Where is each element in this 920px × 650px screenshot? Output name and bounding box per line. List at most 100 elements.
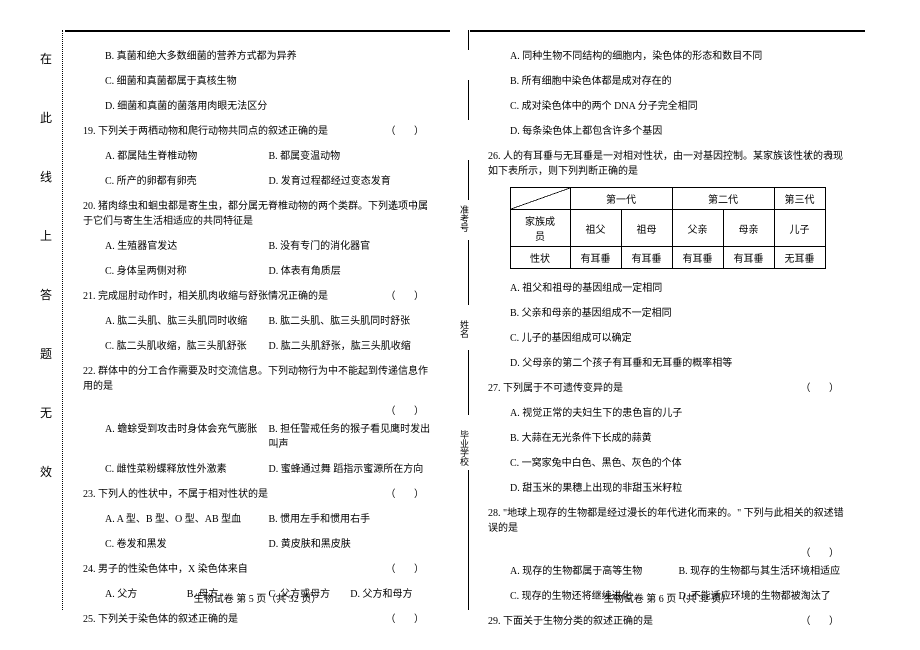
q21-text: 21. 完成屈肘动作时，相关肌肉收缩与舒张情况正确的是 <box>83 291 328 302</box>
option-c: C. 一窝家兔中白色、黑色、灰色的个体 <box>488 454 847 469</box>
answer-blank: （ ） <box>386 197 433 212</box>
q21-options-row2: C. 肱二头肌收缩，肱三头肌舒张 D. 肱二头肌舒张，肱三头肌收缩 <box>83 337 432 352</box>
page-6-footer: 生物试卷 第 6 页（共 32 页） <box>470 590 865 605</box>
q24-text: 24. 男子的性染色体中，X 染色体来自 <box>83 564 248 575</box>
option-b: B. 所有细胞中染色体都是成对存在的 <box>488 72 847 87</box>
q25-text: 25. 下列关于染色体的叙述正确的是 <box>83 614 238 625</box>
table-cell: 祖父 <box>570 210 621 247</box>
q23-text: 23. 下列人的性状中，不属于相对性状的是 <box>83 489 268 500</box>
option-a: A. A 型、B 型、O 型、AB 型血 <box>105 510 269 525</box>
answer-blank: （ ） <box>386 560 433 575</box>
q19-options-row2: C. 所产的卵都有卵壳 D. 发育过程都经过变态发育 <box>83 172 432 187</box>
page-5-content: B. 真菌和绝大多数细菌的营养方式都为异养 C. 细菌和真菌都属于真核生物 D.… <box>65 32 450 625</box>
option-b: B. 真菌和绝大多数细菌的营养方式都为异养 <box>83 47 432 62</box>
table-diag-cell <box>510 188 570 210</box>
option-a: A. 蟾蜍受到攻击时身体会充气膨胀 <box>105 420 269 450</box>
question-26: 26. 人的有耳垂与无耳垂是一对相对性状，由一对基因控制。某家族该性状的表现如下… <box>488 147 847 177</box>
q29-text: 29. 下面关于生物分类的叙述正确的是 <box>488 616 653 627</box>
option-d: D. 肱二头肌舒张，肱三头肌收缩 <box>269 337 433 352</box>
family-trait-table: 第一代 第二代 第三代 家族成员 祖父 祖母 父亲 母亲 儿子 性状 有耳垂 有… <box>510 187 826 269</box>
option-b: B. 大蒜在无光条件下长成的蒜黄 <box>488 429 847 444</box>
q28-options-row1: A. 现存的生物都属于高等生物 B. 现存的生物都与其生活环境相适应 <box>488 562 847 577</box>
table-rowhead-trait: 性状 <box>510 247 570 269</box>
option-d: D. 每条染色体上都包含许多个基因 <box>488 122 847 137</box>
center-tick <box>468 30 469 50</box>
center-tick <box>468 160 469 200</box>
option-a: A. 祖父和祖母的基因组成一定相同 <box>488 279 847 294</box>
option-c: C. 所产的卵都有卵壳 <box>105 172 269 187</box>
center-tick <box>468 240 469 305</box>
table-header-gen2: 第二代 <box>672 188 774 210</box>
option-c: C. 成对染色体中的两个 DNA 分子完全相同 <box>488 97 847 112</box>
option-d: D. 父母亲的第二个孩子有耳垂和无耳垂的概率相等 <box>488 354 847 369</box>
table-rowhead-member: 家族成员 <box>510 210 570 247</box>
option-a: A. 生殖器官发达 <box>105 237 269 252</box>
q19-options-row1: A. 都属陆生脊椎动物 B. 都属变温动物 <box>83 147 432 162</box>
q23-options-row2: C. 卷发和黑发 D. 黄皮肤和黑皮肤 <box>83 535 432 550</box>
table-cell: 有耳垂 <box>621 247 672 269</box>
q23-options-row1: A. A 型、B 型、O 型、AB 型血 B. 惯用左手和惯用右手 <box>83 510 432 525</box>
question-20: 20. 猪肉绦虫和蛔虫都是寄生虫，都分属无脊椎动物的两个类群。下列选项中属于它们… <box>83 197 432 227</box>
q27-text: 27. 下列属于不可遗传变异的是 <box>488 383 623 394</box>
option-c: C. 卷发和黑发 <box>105 535 269 550</box>
question-21: 21. 完成屈肘动作时，相关肌肉收缩与舒张情况正确的是 （ ） <box>83 287 432 302</box>
margin-char: 答 <box>40 286 52 303</box>
q22-text: 22. 群体中的分工合作需要及时交流信息。下列动物行为中不能起到传递信息作用的是 <box>83 366 428 392</box>
option-b: B. 都属变温动物 <box>269 147 433 162</box>
page-6-content: A. 同种生物不同结构的细胞内，染色体的形态和数目不同 B. 所有细胞中染色体都… <box>470 32 865 627</box>
q19-text: 19. 下列关于两栖动物和爬行动物共同点的叙述正确的是 <box>83 126 328 137</box>
question-27: 27. 下列属于不可遗传变异的是 （ ） <box>488 379 847 394</box>
answer-blank: （ ） <box>386 485 433 500</box>
option-a: A. 都属陆生脊椎动物 <box>105 147 269 162</box>
table-header-gen1: 第一代 <box>570 188 672 210</box>
answer-blank: （ ） <box>801 379 848 394</box>
option-b: B. 惯用左手和惯用右手 <box>269 510 433 525</box>
margin-char: 效 <box>40 463 52 480</box>
option-d: D. 发育过程都经过变态发育 <box>269 172 433 187</box>
answer-blank: （ ） <box>386 122 433 137</box>
answer-blank: （ ） <box>801 612 848 627</box>
option-d: D. 甜玉米的果穗上出现的非甜玉米籽粒 <box>488 479 847 494</box>
margin-char: 上 <box>40 227 52 244</box>
table-cell: 母亲 <box>723 210 774 247</box>
answer-blank: （ ） <box>386 610 433 625</box>
q22-options-row1: A. 蟾蜍受到攻击时身体会充气膨胀 B. 担任警戒任务的猴子看见鹰时发出叫声 <box>83 420 432 450</box>
option-d: D. 体表有角质层 <box>269 262 433 277</box>
q22-options-row2: C. 雌性菜粉蝶释放性外激素 D. 蜜蜂通过舞 蹈指示蜜源所在方向 <box>83 460 432 475</box>
option-a: A. 同种生物不同结构的细胞内，染色体的形态和数目不同 <box>488 47 847 62</box>
table-cell: 祖母 <box>621 210 672 247</box>
q28-bracket-row: （ ） <box>488 544 847 552</box>
margin-char: 此 <box>40 109 52 126</box>
question-25: 25. 下列关于染色体的叙述正确的是 （ ） <box>83 610 432 625</box>
table-cell: 父亲 <box>672 210 723 247</box>
table-cell: 儿子 <box>774 210 825 247</box>
question-19: 19. 下列关于两栖动物和爬行动物共同点的叙述正确的是 （ ） <box>83 122 432 137</box>
center-tick <box>468 350 469 415</box>
option-b: B. 父亲和母亲的基因组成不一定相同 <box>488 304 847 319</box>
answer-blank: （ ） <box>801 544 848 559</box>
page-5: B. 真菌和绝大多数细菌的营养方式都为异养 C. 细菌和真菌都属于真核生物 D.… <box>65 30 450 610</box>
table-cell: 有耳垂 <box>723 247 774 269</box>
option-a: A. 视觉正常的夫妇生下的患色盲的儿子 <box>488 404 847 419</box>
option-b: B. 担任警戒任务的猴子看见鹰时发出叫声 <box>269 420 433 450</box>
margin-char: 线 <box>40 168 52 185</box>
option-d: D. 黄皮肤和黑皮肤 <box>269 535 433 550</box>
table-header-gen3: 第三代 <box>774 188 825 210</box>
option-d: D. 细菌和真菌的菌落用肉眼无法区分 <box>83 97 432 112</box>
table-cell: 有耳垂 <box>570 247 621 269</box>
page-6: A. 同种生物不同结构的细胞内，染色体的形态和数目不同 B. 所有细胞中染色体都… <box>470 30 865 610</box>
answer-blank: （ ） <box>386 402 433 417</box>
question-22: 22. 群体中的分工合作需要及时交流信息。下列动物行为中不能起到传递信息作用的是 <box>83 362 432 392</box>
option-b: B. 没有专门的消化器官 <box>269 237 433 252</box>
margin-char: 无 <box>40 404 52 421</box>
option-b: B. 肱二头肌、肱三头肌同时舒张 <box>269 312 433 327</box>
option-d: D. 蜜蜂通过舞 蹈指示蜜源所在方向 <box>269 460 433 475</box>
option-b: B. 现存的生物都与其生活环境相适应 <box>679 562 848 577</box>
option-a: A. 现存的生物都属于高等生物 <box>510 562 679 577</box>
table-cell: 无耳垂 <box>774 247 825 269</box>
center-tick <box>468 470 469 610</box>
question-29: 29. 下面关于生物分类的叙述正确的是 （ ） <box>488 612 847 627</box>
option-c: C. 雌性菜粉蝶释放性外激素 <box>105 460 269 475</box>
q21-options-row1: A. 肱二头肌、肱三头肌同时收缩 B. 肱二头肌、肱三头肌同时舒张 <box>83 312 432 327</box>
option-c: C. 身体呈两侧对称 <box>105 262 269 277</box>
